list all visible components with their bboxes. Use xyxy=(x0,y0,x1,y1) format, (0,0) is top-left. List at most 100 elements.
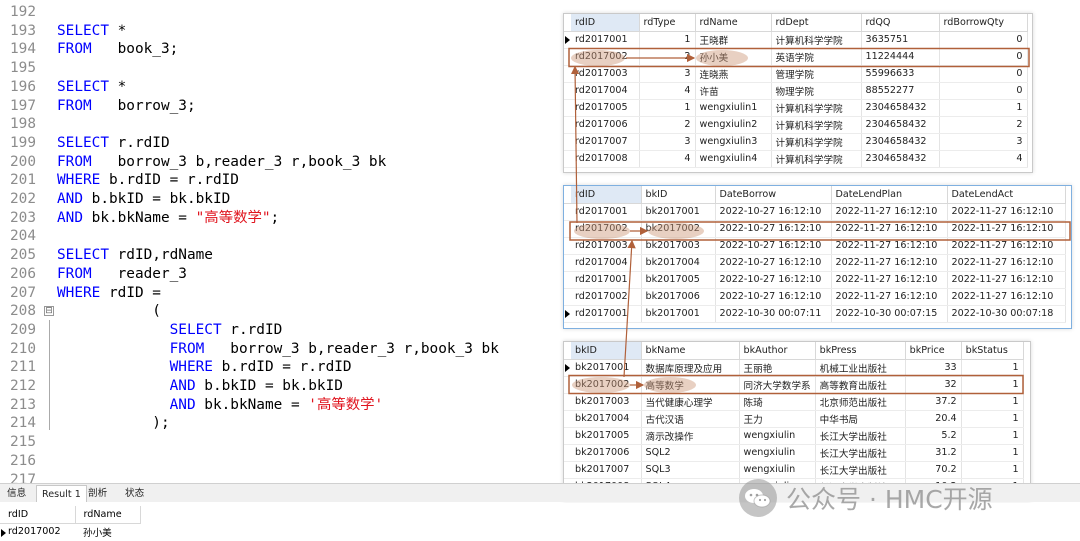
table-row[interactable]: rd2017001 bk2017005 2022-10-27 16:12:10 202… xyxy=(564,271,1066,289)
reader-cell-rdname[interactable]: wengxiulin4 xyxy=(695,150,772,168)
borrow-cell-rdid[interactable]: rd2017003 xyxy=(571,237,642,255)
book-col-bkname[interactable]: bkName xyxy=(641,342,740,360)
code-line[interactable]: 209 SELECT r.rdID xyxy=(0,321,560,340)
code-line[interactable]: 212 AND b.bkID = bk.bkID xyxy=(0,377,560,396)
table-row[interactable]: rd2017004 4 许苗 物理学院 88552277 0 xyxy=(564,82,1028,100)
borrow-cell-datelendplan[interactable]: 2022-11-27 16:12:10 xyxy=(831,237,948,255)
result-cell-rdname[interactable]: 孙小美 xyxy=(75,523,140,540)
borrow-cell-rdid[interactable]: rd2017001 xyxy=(571,305,642,323)
table-row[interactable]: rd2017008 4 wengxiulin4 计算机科学学院 2304658432 4 xyxy=(564,150,1028,168)
borrow-cell-bkid[interactable]: bk2017001 xyxy=(641,305,716,323)
book-cell-bkauthor[interactable]: wengxiulin xyxy=(739,427,816,445)
reader-cell-rdid[interactable]: rd2017001 xyxy=(571,31,640,49)
book-cell-bkprice[interactable]: 33 xyxy=(905,359,962,377)
table-row[interactable]: rd2017002 bk2017006 2022-10-27 16:12:10 202… xyxy=(564,288,1066,306)
reader-cell-rdid[interactable]: rd2017007 xyxy=(571,133,640,151)
borrow-cell-rdid[interactable]: rd2017001 xyxy=(571,271,642,289)
reader-cell-rdtype[interactable]: 3 xyxy=(639,65,696,83)
reader-cell-rdtype[interactable]: 4 xyxy=(639,82,696,100)
book-cell-bkid[interactable]: bk2017005 xyxy=(571,427,642,445)
borrow-cell-datelendplan[interactable]: 2022-10-30 00:07:15 xyxy=(831,305,948,323)
table-row[interactable]: bk2017003 当代健康心理学 陈琦 北京师范出版社 37.2 1 xyxy=(564,393,1024,411)
book-cell-bkname[interactable]: SQL2 xyxy=(641,444,740,462)
reader-cell-rdqq[interactable]: 11224444 xyxy=(861,48,940,66)
book-table[interactable]: bkID bkName bkAuthor bkPress bkPrice bkStatus… xyxy=(564,342,1024,496)
reader-cell-rdborrowqty[interactable]: 1 xyxy=(939,99,1028,117)
borrow-cell-dateborrow[interactable]: 2022-10-27 16:12:10 xyxy=(715,220,832,238)
table-row[interactable]: bk2017007 SQL3 wengxiulin 长江大学出版社 70.2 1 xyxy=(564,461,1024,479)
book-cell-bkname[interactable]: 数据库原理及应用 xyxy=(641,359,740,377)
book-cell-bkpress[interactable]: 机械工业出版社 xyxy=(815,359,906,377)
borrow-cell-rdid[interactable]: rd2017002 xyxy=(571,288,642,306)
reader-cell-rddept[interactable]: 计算机科学学院 xyxy=(771,116,862,134)
book-cell-bkpress[interactable]: 长江大学出版社 xyxy=(815,427,906,445)
borrow-cell-datelendact[interactable]: 2022-11-27 16:12:10 xyxy=(947,288,1066,306)
table-row[interactable]: bk2017004 古代汉语 王力 中华书局 20.4 1 xyxy=(564,410,1024,428)
result-col-rdid[interactable]: rdID xyxy=(0,506,76,524)
reader-table-pane[interactable]: rdID rdType rdName rdDept rdQQ rdBorrowQty rd2… xyxy=(563,13,1033,173)
table-row[interactable]: rd2017001 1 王晓群 计算机科学学院 3635751 0 xyxy=(564,31,1028,49)
book-cell-bkprice[interactable]: 5.2 xyxy=(905,427,962,445)
book-col-bkstatus[interactable]: bkStatus xyxy=(961,342,1024,360)
borrow-cell-datelendplan[interactable]: 2022-11-27 16:12:10 xyxy=(831,254,948,272)
book-cell-bkauthor[interactable]: 同济大学数学系 xyxy=(739,376,816,394)
reader-col-rddept[interactable]: rdDept xyxy=(771,14,862,32)
book-cell-bkname[interactable]: 古代汉语 xyxy=(641,410,740,428)
reader-cell-rdborrowqty[interactable]: 3 xyxy=(939,133,1028,151)
book-cell-bkstatus[interactable]: 1 xyxy=(961,427,1024,445)
code-line[interactable]: 207 WHERE rdID = xyxy=(0,284,560,303)
tab-status[interactable]: 状态 xyxy=(120,485,149,502)
reader-cell-rdid[interactable]: rd2017005 xyxy=(571,99,640,117)
reader-cell-rdqq[interactable]: 2304658432 xyxy=(861,99,940,117)
reader-cell-rdname[interactable]: wengxiulin1 xyxy=(695,99,772,117)
borrow-cell-datelendplan[interactable]: 2022-11-27 16:12:10 xyxy=(831,288,948,306)
book-cell-bkid[interactable]: bk2017002 xyxy=(571,376,642,394)
fold-toggle-icon[interactable]: ⊟ xyxy=(44,306,54,317)
table-row[interactable]: rd2017003 bk2017003 2022-10-27 16:12:10 202… xyxy=(564,237,1066,255)
book-cell-bkstatus[interactable]: 1 xyxy=(961,410,1024,428)
book-cell-bkpress[interactable]: 高等教育出版社 xyxy=(815,376,906,394)
reader-cell-rdname[interactable]: 王晓群 xyxy=(695,31,772,49)
borrow-cell-datelendplan[interactable]: 2022-11-27 16:12:10 xyxy=(831,271,948,289)
borrow-col-rdid[interactable]: rdID xyxy=(571,186,642,204)
borrow-col-datelendact[interactable]: DateLendAct xyxy=(947,186,1066,204)
code-line[interactable]: 198 xyxy=(0,115,560,134)
result-cell-rdid[interactable]: rd2017002 xyxy=(0,523,75,540)
code-line[interactable]: 206 FROM reader_3 xyxy=(0,265,560,284)
table-row[interactable]: rd2017005 1 wengxiulin1 计算机科学学院 2304658432 1 xyxy=(564,99,1028,117)
borrow-table[interactable]: rdID bkID DateBorrow DateLendPlan DateLendAc… xyxy=(564,186,1066,323)
reader-cell-rddept[interactable]: 物理学院 xyxy=(771,82,862,100)
book-col-bkprice[interactable]: bkPrice xyxy=(905,342,962,360)
reader-cell-rdid[interactable]: rd2017006 xyxy=(571,116,640,134)
tab-result-1[interactable]: Result 1 xyxy=(36,485,87,502)
code-line[interactable]: 204 xyxy=(0,227,560,246)
book-cell-bkname[interactable]: 滴示改操作 xyxy=(641,427,740,445)
book-col-bkid[interactable]: bkID xyxy=(571,342,642,360)
reader-table[interactable]: rdID rdType rdName rdDept rdQQ rdBorrowQty rd2… xyxy=(564,14,1028,168)
borrow-col-dateborrow[interactable]: DateBorrow xyxy=(715,186,832,204)
reader-cell-rdtype[interactable]: 1 xyxy=(639,31,696,49)
reader-cell-rddept[interactable]: 计算机科学学院 xyxy=(771,150,862,168)
book-cell-bkid[interactable]: bk2017006 xyxy=(571,444,642,462)
code-line[interactable]: 192 xyxy=(0,3,560,22)
reader-cell-rdid[interactable]: rd2017008 xyxy=(571,150,640,168)
borrow-cell-bkid[interactable]: bk2017004 xyxy=(641,254,716,272)
borrow-cell-bkid[interactable]: bk2017006 xyxy=(641,288,716,306)
table-row[interactable]: rd2017002 bk2017002 2022-10-27 16:12:10 202… xyxy=(564,220,1066,238)
book-cell-bkid[interactable]: bk2017004 xyxy=(571,410,642,428)
book-cell-bkauthor[interactable]: wengxiulin xyxy=(739,444,816,462)
borrow-cell-datelendplan[interactable]: 2022-11-27 16:12:10 xyxy=(831,203,948,221)
code-line[interactable]: 195 xyxy=(0,59,560,78)
code-line[interactable]: 215 xyxy=(0,433,560,452)
borrow-cell-dateborrow[interactable]: 2022-10-27 16:12:10 xyxy=(715,271,832,289)
reader-cell-rdtype[interactable]: 3 xyxy=(639,133,696,151)
reader-cell-rdid[interactable]: rd2017004 xyxy=(571,82,640,100)
reader-cell-rdid[interactable]: rd2017003 xyxy=(571,65,640,83)
reader-cell-rdname[interactable]: wengxiulin3 xyxy=(695,133,772,151)
book-cell-bkname[interactable]: SQL3 xyxy=(641,461,740,479)
tab-info[interactable]: 信息 xyxy=(2,485,31,502)
borrow-col-bkid[interactable]: bkID xyxy=(641,186,716,204)
code-line[interactable]: 210 FROM borrow_3 b,reader_3 r,book_3 bk xyxy=(0,340,560,359)
table-row[interactable]: rd2017002 2 孙小美 英语学院 11224444 0 xyxy=(564,48,1028,66)
table-row[interactable]: rd2017003 3 连晓燕 管理学院 55996633 0 xyxy=(564,65,1028,83)
